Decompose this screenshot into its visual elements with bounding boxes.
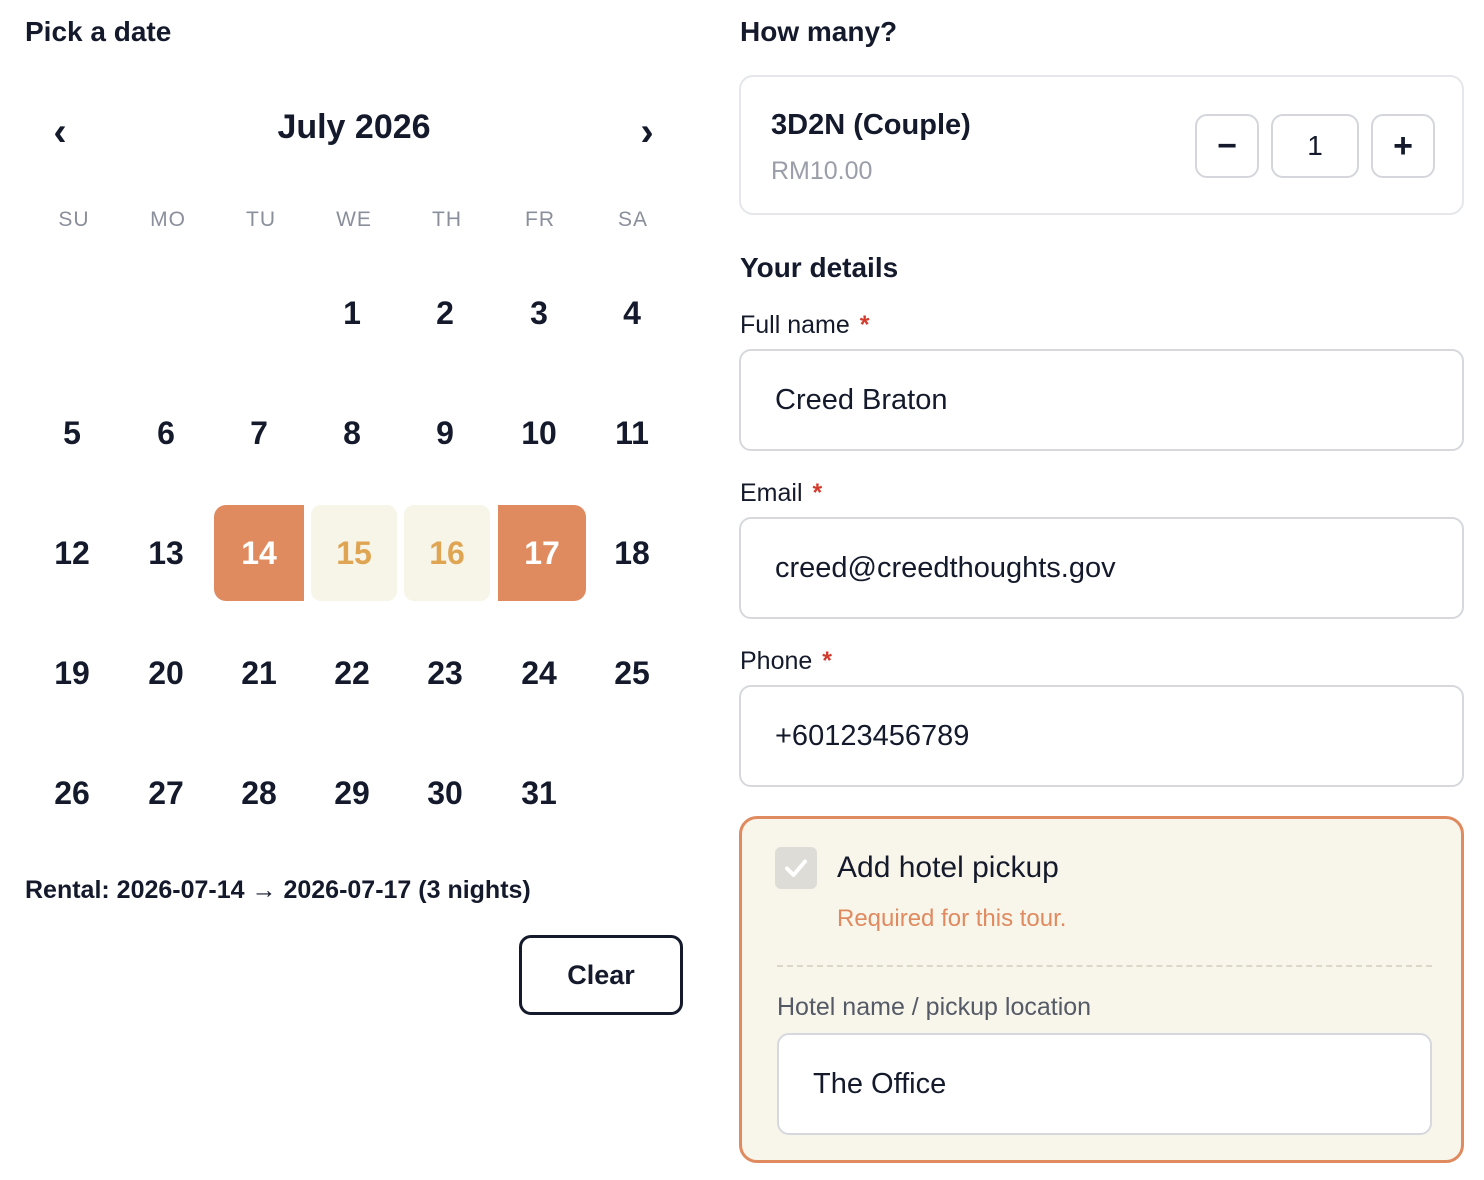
email-label-text: Email xyxy=(740,479,803,507)
minus-icon: − xyxy=(1217,126,1237,165)
calendar-day[interactable]: 8 xyxy=(307,385,397,481)
calendar-day[interactable]: 23 xyxy=(400,625,490,721)
email-label: Email * xyxy=(740,479,822,508)
calendar-day[interactable]: 29 xyxy=(307,745,397,841)
hotel-location-label: Hotel name / pickup location xyxy=(777,993,1092,1021)
phone-field[interactable] xyxy=(739,685,1464,787)
calendar-day[interactable]: 20 xyxy=(121,625,211,721)
calendar-day-grid: 1 2 3 4 5 6 7 8 9 10 11 12 13 14 15 16 17 18 19 20 21 22 23 24 2… xyxy=(0,0,700,900)
calendar-day[interactable]: 25 xyxy=(587,625,677,721)
calendar-day[interactable]: 30 xyxy=(400,745,490,841)
calendar-day[interactable]: 6 xyxy=(121,385,211,481)
package-name: 3D2N (Couple) xyxy=(771,109,971,141)
hotel-pickup-checkbox[interactable] xyxy=(775,847,817,889)
hotel-pickup-label: Add hotel pickup xyxy=(837,851,1059,884)
plus-icon: + xyxy=(1393,126,1413,165)
required-asterisk: * xyxy=(859,311,870,339)
package-price: RM10.00 xyxy=(771,157,873,185)
clear-button[interactable]: Clear xyxy=(519,935,683,1015)
calendar-day[interactable]: 13 xyxy=(121,505,211,601)
calendar-day[interactable]: 19 xyxy=(27,625,117,721)
calendar-day[interactable]: 26 xyxy=(27,745,117,841)
rental-summary: Rental: 2026-07-14 → 2026-07-17 (3 night… xyxy=(25,876,531,904)
increment-button[interactable]: + xyxy=(1371,114,1435,178)
date-picker-panel: Pick a date ‹ July 2026 › SU MO TU WE TH… xyxy=(0,0,700,1180)
dashed-divider xyxy=(777,965,1432,967)
phone-label-text: Phone xyxy=(740,647,813,675)
calendar-day[interactable]: 17 xyxy=(498,505,586,601)
how-many-heading: How many? xyxy=(740,16,898,47)
calendar-day[interactable]: 14 xyxy=(214,505,304,601)
email-field[interactable] xyxy=(739,517,1464,619)
calendar-day[interactable]: 10 xyxy=(494,385,584,481)
calendar-day[interactable]: 2 xyxy=(400,265,490,361)
calendar-day[interactable]: 31 xyxy=(494,745,584,841)
calendar-day[interactable]: 9 xyxy=(400,385,490,481)
calendar-day[interactable]: 22 xyxy=(307,625,397,721)
hotel-pickup-card: Add hotel pickup Required for this tour.… xyxy=(739,816,1464,1163)
pickup-required-note: Required for this tour. xyxy=(837,905,1067,932)
calendar-day[interactable]: 4 xyxy=(587,265,677,361)
calendar-day[interactable]: 3 xyxy=(494,265,584,361)
calendar-day[interactable]: 7 xyxy=(214,385,304,481)
calendar-day[interactable]: 28 xyxy=(214,745,304,841)
calendar-day[interactable]: 5 xyxy=(27,385,117,481)
calendar-day[interactable]: 18 xyxy=(587,505,677,601)
required-asterisk: * xyxy=(812,479,823,507)
full-name-label: Full name * xyxy=(740,311,870,340)
full-name-label-text: Full name xyxy=(740,311,850,339)
calendar-day[interactable]: 16 xyxy=(404,505,490,601)
calendar-day[interactable]: 15 xyxy=(311,505,397,601)
your-details-heading: Your details xyxy=(740,252,899,283)
calendar-day[interactable]: 12 xyxy=(27,505,117,601)
calendar-day[interactable]: 11 xyxy=(587,385,677,481)
decrement-button[interactable]: − xyxy=(1195,114,1259,178)
calendar-day[interactable]: 1 xyxy=(307,265,397,361)
calendar-day[interactable]: 21 xyxy=(214,625,304,721)
quantity-value[interactable]: 1 xyxy=(1271,114,1359,178)
package-quantity-card: 3D2N (Couple) RM10.00 − 1 + xyxy=(739,75,1464,215)
calendar-day[interactable]: 24 xyxy=(494,625,584,721)
required-asterisk: * xyxy=(822,647,833,675)
phone-label: Phone * xyxy=(740,647,832,676)
calendar-day[interactable]: 27 xyxy=(121,745,211,841)
checkmark-icon xyxy=(785,859,807,877)
full-name-field[interactable] xyxy=(739,349,1464,451)
hotel-location-field[interactable] xyxy=(777,1033,1432,1135)
